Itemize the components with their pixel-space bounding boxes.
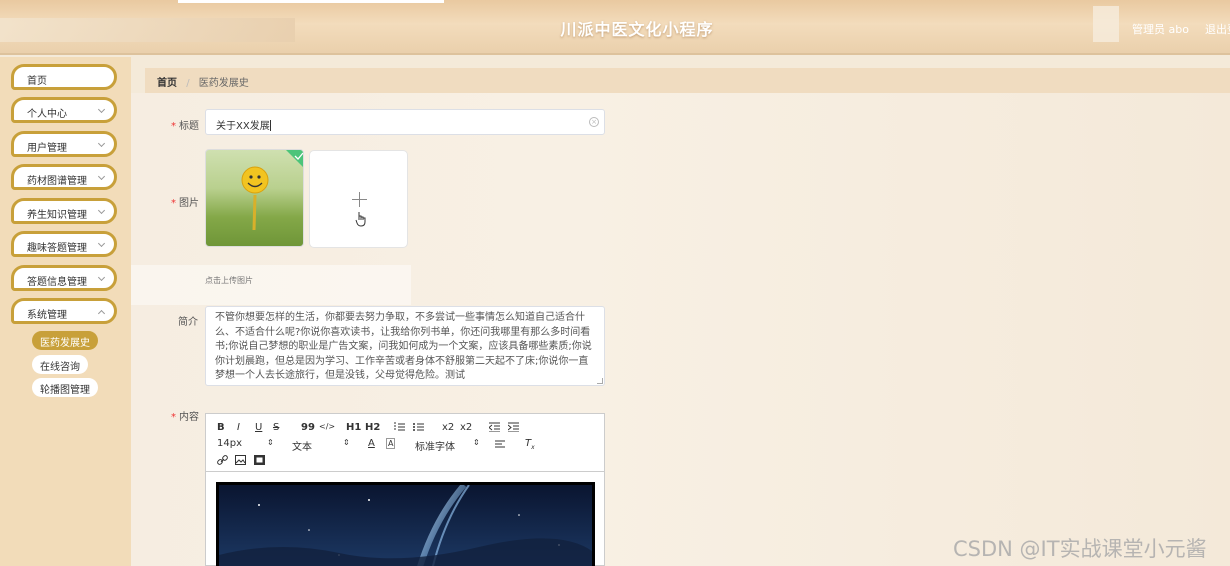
night-sky-image	[219, 485, 592, 566]
background-glow	[131, 265, 411, 305]
editor-content-image	[216, 482, 595, 566]
sidebar-item-personal-center[interactable]: 个人中心	[11, 97, 117, 123]
sidebar-item-herb-atlas[interactable]: 药材图谱管理	[11, 164, 117, 190]
sidebar-item-user-management[interactable]: 用户管理	[11, 131, 117, 157]
chevron-down-icon	[97, 105, 106, 114]
sidebar-item-label: 用户管理	[27, 143, 67, 154]
outdent-icon[interactable]	[489, 422, 500, 432]
content-label: * 内容	[171, 408, 199, 423]
code-button[interactable]: </>	[319, 422, 335, 431]
sidebar-item-answer-info[interactable]: 答题信息管理	[11, 265, 117, 291]
sidebar-item-health-knowledge[interactable]: 养生知识管理	[11, 198, 117, 224]
sidebar-subitem-carousel[interactable]: 轮播图管理	[32, 378, 98, 397]
sidebar-item-label: 趣味答题管理	[27, 243, 87, 254]
bullet-list-icon[interactable]	[413, 422, 424, 432]
h2-button[interactable]: H2	[365, 422, 380, 433]
intro-label: 简介	[178, 317, 198, 328]
chevron-up-icon	[97, 309, 106, 318]
image-label-text: 图片	[179, 198, 199, 209]
italic-button[interactable]: I	[237, 422, 240, 433]
text-style-select[interactable]: 文本	[292, 438, 312, 453]
font-color-icon[interactable]: A	[368, 438, 375, 449]
title-input[interactable]: 关于XX发展	[205, 109, 605, 135]
h1-button[interactable]: H1	[346, 422, 361, 433]
title-input-value: 关于XX发展	[216, 121, 270, 132]
required-mark: *	[171, 412, 176, 423]
breadcrumb-home[interactable]: 首页	[157, 78, 177, 89]
text-cursor	[269, 120, 271, 131]
plus-icon	[359, 192, 360, 207]
logout-link[interactable]: 退出登	[1205, 21, 1230, 37]
sidebar-subitem-online-consult[interactable]: 在线咨询	[32, 355, 88, 374]
chevron-down-icon	[97, 206, 106, 215]
sidebar-item-label: 养生知识管理	[27, 210, 87, 221]
superscript-button[interactable]: x2	[460, 422, 472, 433]
underline-button[interactable]: U	[255, 422, 262, 433]
upload-button[interactable]	[309, 150, 408, 248]
strike-button[interactable]: S	[273, 422, 279, 433]
select-arrows-icon: ⇕	[473, 438, 480, 447]
sidebar-item-label: 答题信息管理	[27, 277, 87, 288]
font-size-select[interactable]: 14px	[217, 438, 242, 449]
sidebar-item-label: 个人中心	[27, 109, 67, 120]
subscript-button[interactable]: x2	[442, 422, 454, 433]
chevron-down-icon	[97, 273, 106, 282]
chevron-down-icon	[97, 139, 106, 148]
breadcrumb: 首页 / 医药发展史	[145, 68, 1230, 93]
chevron-down-icon	[97, 172, 106, 181]
editor-toolbar: B I U S 99 </> H1 H2 x2 x2 14px ⇕ 文本 ⇕ A…	[206, 414, 604, 472]
required-mark: *	[171, 121, 176, 132]
hand-cursor-icon	[355, 212, 366, 227]
rich-text-editor[interactable]: B I U S 99 </> H1 H2 x2 x2 14px ⇕ 文本 ⇕ A…	[205, 413, 605, 566]
clear-format-icon[interactable]: Tx	[525, 438, 535, 451]
sidebar-item-system-management[interactable]: 系统管理	[11, 298, 117, 324]
select-arrows-icon: ⇕	[343, 438, 350, 447]
image-icon[interactable]	[235, 455, 246, 465]
title-label: * 标题	[171, 117, 199, 132]
background-color-icon[interactable]: A	[386, 438, 396, 449]
bold-button[interactable]: B	[217, 422, 225, 433]
uploaded-image-thumbnail[interactable]	[205, 149, 304, 247]
content-label-text: 内容	[179, 412, 199, 423]
intro-textarea[interactable]: 不管你想要怎样的生活，你都要去努力争取，不多尝试一些事情怎么知道自己适合什么、不…	[205, 306, 605, 386]
sidebar-item-label: 首页	[27, 76, 47, 87]
font-family-select[interactable]: 标准字体	[415, 438, 455, 453]
clear-icon[interactable]: ×	[589, 117, 599, 127]
header-decoration	[178, 0, 444, 3]
video-icon[interactable]	[254, 455, 265, 465]
title-label-text: 标题	[179, 121, 199, 132]
smiley-image	[241, 150, 303, 231]
quote-button[interactable]: 99	[301, 422, 315, 433]
app-title: 川派中医文化小程序	[560, 20, 714, 39]
admin-label: 管理员 abo	[1132, 23, 1189, 36]
breadcrumb-current: 医药发展史	[198, 78, 249, 89]
sidebar-item-quiz-management[interactable]: 趣味答题管理	[11, 231, 117, 257]
chevron-down-icon	[97, 239, 106, 248]
breadcrumb-separator: /	[186, 78, 190, 89]
align-icon[interactable]	[495, 440, 506, 449]
sidebar-subitem-medicine-history[interactable]: 医药发展史	[32, 331, 98, 350]
image-label: * 图片	[171, 194, 199, 209]
link-icon[interactable]	[217, 455, 228, 466]
sidebar-item-label: 系统管理	[27, 310, 67, 321]
indent-icon[interactable]	[508, 422, 519, 432]
sidebar-item-home[interactable]: 首页	[11, 64, 117, 90]
sidebar-item-label: 药材图谱管理	[27, 176, 87, 187]
resize-handle[interactable]	[597, 378, 603, 384]
watermark: CSDN @IT实战课堂小元酱	[953, 537, 1207, 561]
top-header: 川派中医文化小程序 管理员 abo 退出登	[0, 0, 1230, 55]
upload-hint: 点击上传图片	[205, 276, 253, 285]
required-mark: *	[171, 198, 176, 209]
ordered-list-icon[interactable]	[394, 422, 405, 432]
select-arrows-icon: ⇕	[267, 438, 274, 447]
